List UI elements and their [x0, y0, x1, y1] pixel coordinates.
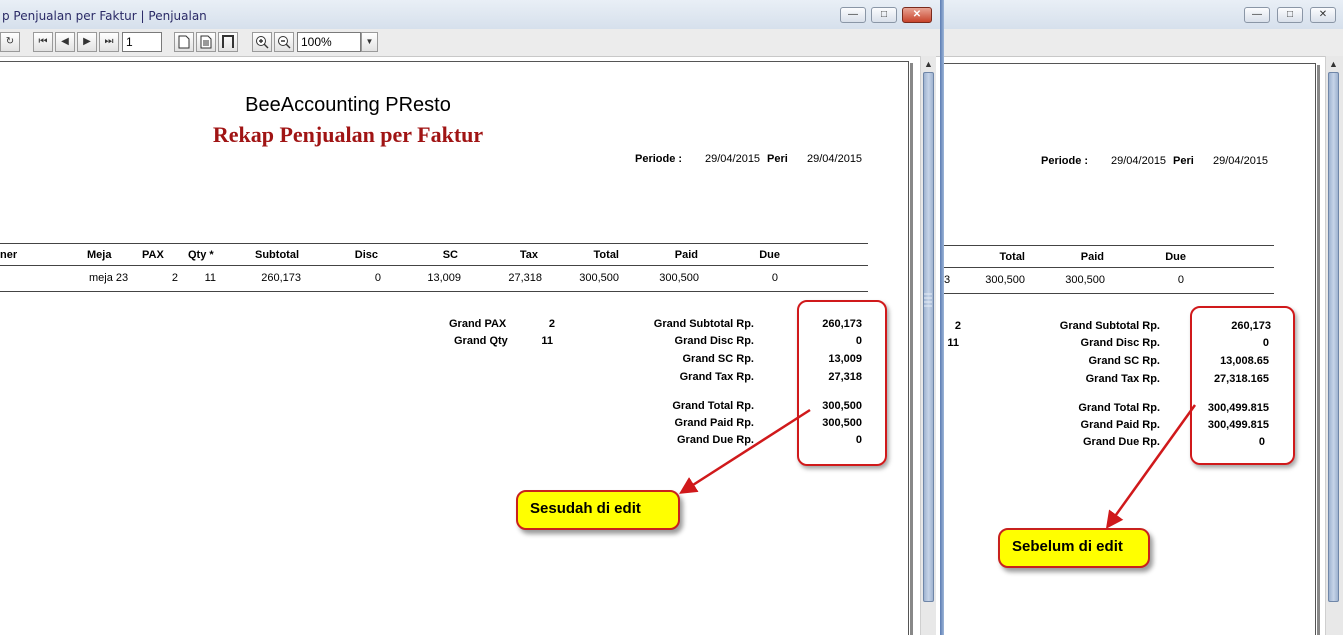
arrow-after: [679, 408, 811, 494]
annotation-arrows: [679, 404, 1197, 529]
arrow-before: [1105, 404, 1197, 529]
